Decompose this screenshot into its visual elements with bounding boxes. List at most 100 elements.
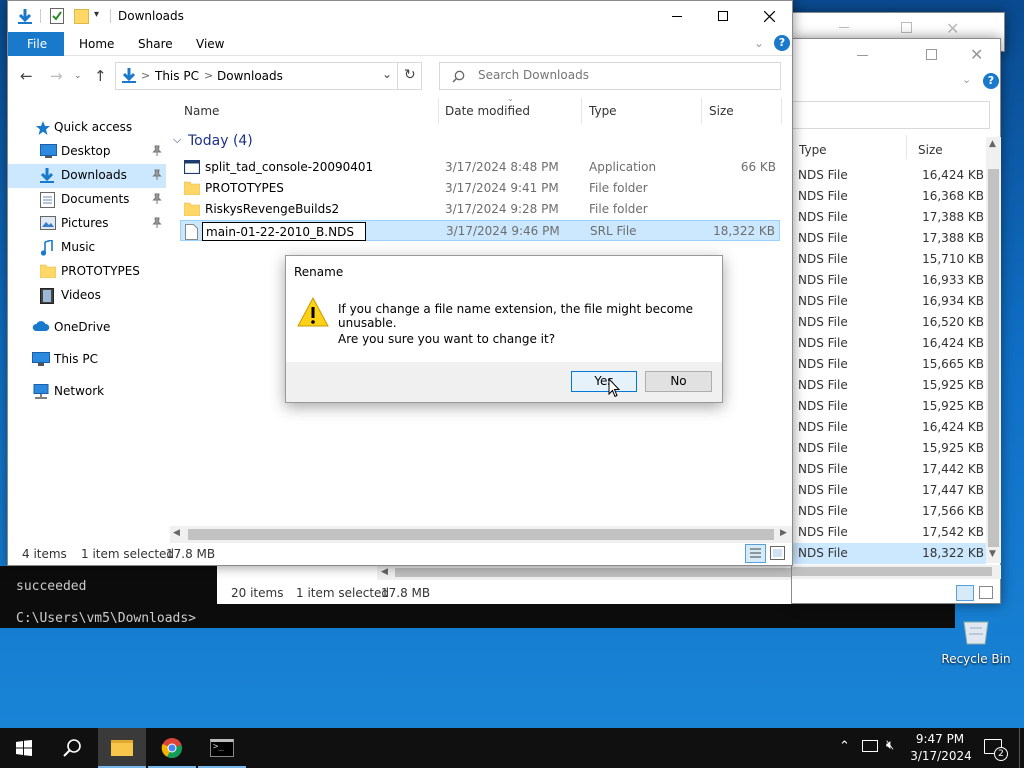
help-icon[interactable]: ? bbox=[774, 35, 790, 51]
pin-icon[interactable] bbox=[152, 193, 162, 205]
back-file-row[interactable]: NDS File 16,424 KB bbox=[792, 333, 986, 354]
pin-icon[interactable] bbox=[152, 145, 162, 157]
clock-time[interactable]: 9:47 PM bbox=[915, 732, 965, 746]
back-file-row[interactable]: NDS File 15,925 KB bbox=[792, 396, 986, 417]
up-arrow-icon[interactable]: ↑ bbox=[94, 67, 107, 85]
tab-share[interactable]: Share bbox=[138, 37, 173, 51]
sidebar-item-videos[interactable]: Videos bbox=[8, 284, 166, 308]
tab-file[interactable]: File bbox=[8, 32, 64, 56]
taskbar-terminal[interactable]: >_ bbox=[198, 728, 246, 768]
tab-view[interactable]: View bbox=[196, 37, 224, 51]
large-icons-view-icon[interactable] bbox=[979, 586, 993, 599]
quick-access-download-icon[interactable] bbox=[17, 8, 33, 25]
back-file-row[interactable]: NDS File 15,710 KB bbox=[792, 249, 986, 270]
rename-dialog[interactable]: Rename If you change a file name extensi… bbox=[285, 255, 723, 403]
sidebar-item-this-pc[interactable]: This PC bbox=[8, 348, 166, 372]
sidebar-item-documents[interactable]: Documents bbox=[8, 188, 166, 212]
back-file-row[interactable]: NDS File 18,322 KB bbox=[792, 543, 986, 564]
forward-arrow-icon[interactable]: → bbox=[50, 67, 63, 85]
properties-icon[interactable] bbox=[50, 8, 64, 24]
taskbar-file-explorer[interactable] bbox=[98, 728, 146, 768]
scroll-right-arrow[interactable]: ▶ bbox=[780, 528, 787, 538]
customize-toolbar-icon[interactable]: ▾ bbox=[94, 9, 99, 20]
pin-icon[interactable] bbox=[152, 169, 162, 181]
address-dropdown-icon[interactable]: ⌄ bbox=[382, 67, 392, 81]
breadcrumb-downloads[interactable]: Downloads bbox=[217, 69, 283, 83]
column-header-size[interactable]: Size bbox=[918, 143, 943, 157]
no-button[interactable]: No bbox=[645, 371, 712, 392]
back-file-row[interactable]: NDS File 16,368 KB bbox=[792, 186, 986, 207]
back-file-row[interactable]: NDS File 16,424 KB bbox=[792, 417, 986, 438]
search-button[interactable] bbox=[48, 728, 96, 768]
back-file-row[interactable]: NDS File 16,520 KB bbox=[792, 312, 986, 333]
maximize-icon[interactable] bbox=[901, 22, 912, 33]
scroll-thumb[interactable] bbox=[988, 169, 999, 547]
sidebar-item-prototypes[interactable]: PROTOTYPES bbox=[8, 260, 166, 284]
column-header-name[interactable]: Name bbox=[184, 104, 219, 118]
group-header[interactable]: ⌵ Today (4) bbox=[173, 132, 783, 152]
start-button[interactable] bbox=[0, 728, 48, 768]
pin-icon[interactable] bbox=[152, 217, 162, 229]
back-file-row[interactable]: NDS File 16,933 KB bbox=[792, 270, 986, 291]
back-file-row[interactable]: NDS File 15,665 KB bbox=[792, 354, 986, 375]
column-header-type[interactable]: Type bbox=[589, 104, 617, 118]
show-desktop-button[interactable] bbox=[1019, 728, 1020, 768]
show-hidden-icons-icon[interactable]: ⌃ bbox=[839, 739, 850, 754]
back-file-row[interactable]: NDS File 17,388 KB bbox=[792, 228, 986, 249]
back-file-row[interactable]: NDS File 16,934 KB bbox=[792, 291, 986, 312]
back-arrow-icon[interactable]: ← bbox=[20, 67, 33, 85]
file-row[interactable]: RiskysRevengeBuilds2 3/17/2024 9:28 PM Fil… bbox=[180, 199, 780, 220]
horizontal-scrollbar[interactable]: ◀ ▶ bbox=[170, 526, 792, 543]
vertical-scrollbar[interactable]: ▲ ▼ bbox=[986, 137, 1001, 563]
expand-ribbon-icon[interactable]: ⌄ bbox=[754, 36, 764, 50]
sidebar-item-downloads[interactable]: Downloads bbox=[8, 164, 166, 188]
close-icon[interactable]: ✕ bbox=[970, 45, 983, 64]
address-bar[interactable]: > This PC > Downloads ⌄ ↻ bbox=[115, 62, 422, 90]
file-row[interactable]: split_tad_console-20090401 3/17/2024 8:48… bbox=[180, 157, 780, 178]
sidebar-item-desktop[interactable]: Desktop bbox=[8, 140, 166, 164]
maximize-icon[interactable] bbox=[926, 49, 937, 60]
scroll-left-arrow[interactable]: ◀ bbox=[381, 567, 388, 577]
search-input[interactable] bbox=[478, 68, 758, 82]
scroll-up-arrow[interactable]: ▲ bbox=[989, 139, 996, 149]
new-folder-icon[interactable] bbox=[74, 9, 89, 24]
recent-locations-icon[interactable]: ⌄ bbox=[74, 71, 82, 81]
search-box[interactable] bbox=[792, 101, 990, 129]
minimize-icon[interactable] bbox=[839, 27, 849, 28]
back-file-row[interactable]: NDS File 15,925 KB bbox=[792, 375, 986, 396]
back-file-row[interactable]: NDS File 16,424 KB bbox=[792, 165, 986, 186]
scroll-thumb[interactable] bbox=[395, 568, 791, 577]
file-row[interactable]: main-01-22-2010_B.NDS 3/17/2024 9:46 PM SR… bbox=[180, 220, 780, 241]
details-view-icon[interactable] bbox=[745, 544, 766, 563]
scroll-left-arrow[interactable]: ◀ bbox=[173, 528, 180, 538]
back-explorer-window[interactable]: ✕ ⌄ ? Type Size NDS File 16,424 KB NDS Fil… bbox=[791, 38, 1001, 604]
refresh-icon[interactable]: ↻ bbox=[404, 67, 416, 83]
back-file-row[interactable]: NDS File 17,388 KB bbox=[792, 207, 986, 228]
back-file-row[interactable]: NDS File 15,925 KB bbox=[792, 438, 986, 459]
column-header-date[interactable]: Date modified bbox=[445, 104, 530, 118]
back-file-row[interactable]: NDS File 17,542 KB bbox=[792, 522, 986, 543]
minimize-icon[interactable] bbox=[857, 55, 868, 56]
minimize-button[interactable] bbox=[654, 1, 700, 31]
details-view-icon[interactable] bbox=[956, 585, 974, 601]
breadcrumb-this-pc[interactable]: This PC bbox=[155, 69, 199, 83]
file-row[interactable]: PROTOTYPES 3/17/2024 9:41 PM File folder bbox=[180, 178, 780, 199]
title-bar[interactable]: ▾ Downloads bbox=[8, 1, 792, 32]
back-file-row[interactable]: NDS File 17,442 KB bbox=[792, 459, 986, 480]
column-header-size[interactable]: Size bbox=[709, 104, 734, 118]
close-icon[interactable]: ✕ bbox=[946, 19, 959, 38]
tab-home[interactable]: Home bbox=[79, 37, 114, 51]
horizontal-scrollbar[interactable] bbox=[792, 565, 1001, 579]
back-horizontal-scrollbar[interactable]: ◀ bbox=[377, 566, 791, 580]
back-file-row[interactable]: NDS File 17,447 KB bbox=[792, 480, 986, 501]
large-icons-view-icon[interactable] bbox=[770, 546, 785, 560]
chevron-down-icon[interactable]: ⌄ bbox=[962, 73, 971, 86]
back-file-row[interactable]: NDS File 17,566 KB bbox=[792, 501, 986, 522]
search-box[interactable] bbox=[439, 62, 781, 90]
scroll-down-arrow[interactable]: ▼ bbox=[989, 549, 996, 559]
scroll-thumb[interactable] bbox=[188, 529, 774, 540]
network-status-icon[interactable] bbox=[862, 740, 878, 752]
sidebar-item-music[interactable]: Music bbox=[8, 236, 166, 260]
help-icon[interactable]: ? bbox=[983, 73, 999, 89]
sidebar-item-pictures[interactable]: Pictures bbox=[8, 212, 166, 236]
